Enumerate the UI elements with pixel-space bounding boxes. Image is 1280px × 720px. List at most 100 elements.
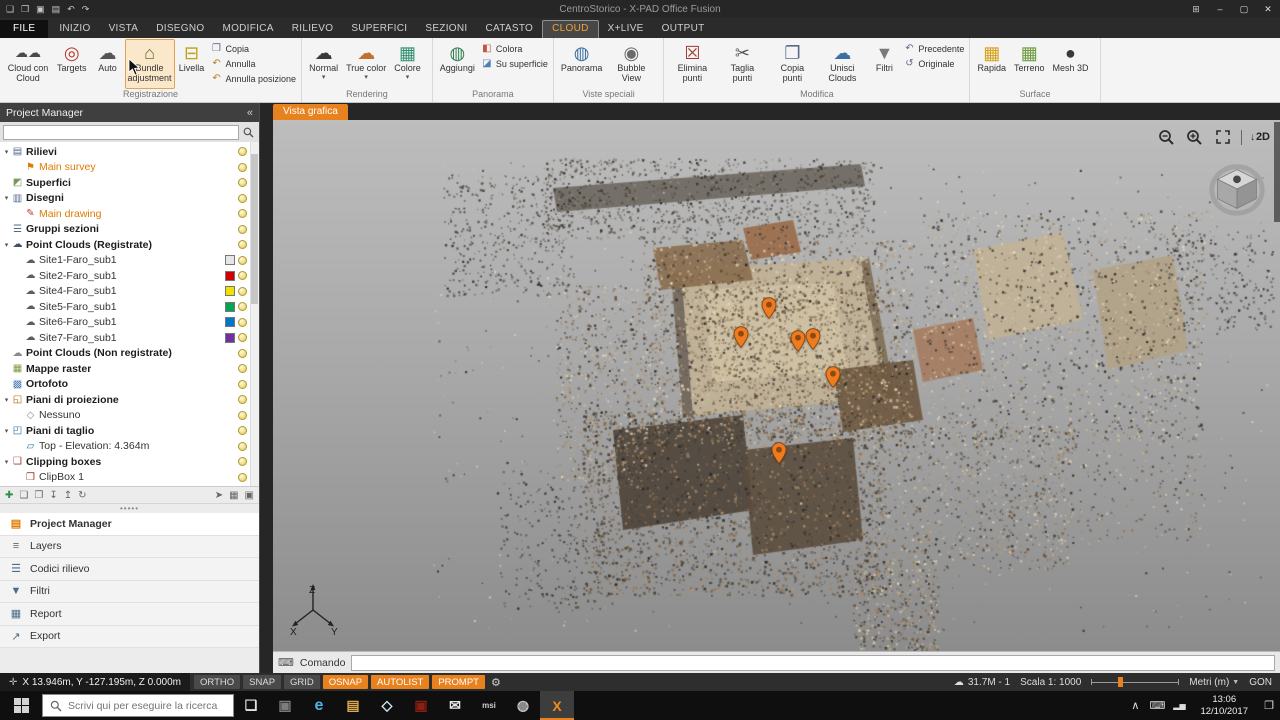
tree-item[interactable]: ▾ ☁ Site6-Faro_sub1 xyxy=(0,315,259,331)
status-toggle[interactable]: GRID xyxy=(284,675,320,689)
ribbon-button[interactable]: ▼ Filtri ▾ xyxy=(867,39,901,89)
visibility-bulb-icon[interactable] xyxy=(238,380,247,389)
tree-item[interactable]: ▾ ▱ Top - Elevation: 4.364m xyxy=(0,439,259,455)
panel-switcher-item[interactable]: ≡ Layers xyxy=(0,536,259,559)
taskbar-app[interactable]: ✉ xyxy=(438,691,472,720)
menu-tab[interactable]: RILIEVO xyxy=(283,20,343,38)
menu-tab[interactable]: MODIFICA xyxy=(213,20,282,38)
taskbar-app[interactable]: msi xyxy=(472,691,506,720)
expander-icon[interactable]: ▾ xyxy=(2,148,11,156)
ribbon-button[interactable]: ◉ Bubble View ▾ xyxy=(606,39,656,89)
status-toggle[interactable]: ORTHO xyxy=(194,675,240,689)
visibility-bulb-icon[interactable] xyxy=(238,333,247,342)
taskbar-app[interactable]: ▤ xyxy=(336,691,370,720)
graphic-view[interactable]: ↓2D Z X Y xyxy=(273,120,1280,651)
ribbon-button[interactable]: ☁ Auto ▾ xyxy=(91,39,125,89)
ribbon-button[interactable]: ◍ Panorama ▾ xyxy=(557,39,607,89)
visibility-bulb-icon[interactable] xyxy=(238,473,247,482)
point-cloud-canvas[interactable] xyxy=(273,120,1280,651)
layout-icon[interactable]: ⊞ xyxy=(1184,0,1208,18)
ribbon-button[interactable]: ☁ Unisci Clouds ▾ xyxy=(817,39,867,89)
tree-item[interactable]: ▾ ⚑ Main survey xyxy=(0,160,259,176)
new-group-icon[interactable]: ❏ xyxy=(19,490,28,501)
visibility-bulb-icon[interactable] xyxy=(238,240,247,249)
collapse-panel-icon[interactable]: « xyxy=(247,107,253,119)
menu-tab[interactable]: SUPERFICI xyxy=(342,20,416,38)
select-tool-icon[interactable]: ➤ xyxy=(215,490,223,501)
visibility-bulb-icon[interactable] xyxy=(238,271,247,280)
slider-handle[interactable] xyxy=(1118,677,1123,687)
tree-item[interactable]: ▾ ☁ Site1-Faro_sub1 xyxy=(0,253,259,269)
visibility-bulb-icon[interactable] xyxy=(238,209,247,218)
undo-qat-icon[interactable]: ↶ xyxy=(67,4,75,15)
panorama-pin[interactable] xyxy=(771,442,787,464)
tray-network-icon[interactable]: ▂▅ xyxy=(1168,691,1190,720)
collapse-all-icon[interactable]: ▣ xyxy=(245,490,254,501)
taskbar-search-input[interactable] xyxy=(68,700,226,712)
menu-tab[interactable]: OUTPUT xyxy=(653,20,714,38)
visibility-bulb-icon[interactable] xyxy=(238,395,247,404)
panel-switcher-item[interactable]: ▼ Filtri xyxy=(0,581,259,604)
close-icon[interactable]: ✕ xyxy=(1256,0,1280,18)
panel-switcher-item[interactable]: ▤ Project Manager xyxy=(0,513,259,536)
taskbar-app[interactable]: ▣ xyxy=(404,691,438,720)
color-swatch[interactable] xyxy=(225,271,235,281)
zoom-extents-icon[interactable] xyxy=(1213,128,1233,146)
taskbar-app[interactable]: ◍ xyxy=(506,691,540,720)
zoom-out-icon[interactable] xyxy=(1157,128,1177,146)
expander-icon[interactable]: ▾ xyxy=(2,241,11,249)
ribbon-button[interactable]: ▦ Colore ▾ xyxy=(390,39,425,89)
add-item-icon[interactable]: ✚ xyxy=(5,490,13,501)
ribbon-small-button[interactable]: ◪ Su superficie xyxy=(481,58,548,69)
expander-icon[interactable]: ▾ xyxy=(2,396,11,404)
tray-keyboard-icon[interactable]: ⌨ xyxy=(1146,691,1168,720)
tree-item[interactable]: ▾ ◰ Piani di taglio xyxy=(0,423,259,439)
visibility-bulb-icon[interactable] xyxy=(238,225,247,234)
panel-switcher-item[interactable]: ↗ Export xyxy=(0,626,259,649)
print-icon[interactable]: ▤ xyxy=(52,4,61,15)
visibility-bulb-icon[interactable] xyxy=(238,442,247,451)
tree-item[interactable]: ▾ ✎ Main drawing xyxy=(0,206,259,222)
panel-splitter-handle[interactable]: ••••• xyxy=(0,504,259,513)
open-icon[interactable]: ❒ xyxy=(21,4,29,15)
visibility-bulb-icon[interactable] xyxy=(238,287,247,296)
menu-tab[interactable]: CLOUD xyxy=(542,20,599,38)
panorama-pin[interactable] xyxy=(825,366,841,388)
import-icon[interactable]: ↧ xyxy=(49,490,57,501)
visibility-bulb-icon[interactable] xyxy=(238,163,247,172)
collapsed-panel-strip[interactable] xyxy=(1274,122,1280,222)
tree-item[interactable]: ▾ ☁ Point Clouds (Registrate) xyxy=(0,237,259,253)
tree-item[interactable]: ▾ ☰ Gruppi sezioni xyxy=(0,222,259,238)
color-swatch[interactable] xyxy=(225,286,235,296)
taskbar-app[interactable]: ❏ xyxy=(234,691,268,720)
ribbon-button[interactable]: ◍ Aggiungi ▾ xyxy=(436,39,479,89)
visibility-bulb-icon[interactable] xyxy=(238,194,247,203)
refresh-icon[interactable]: ↻ xyxy=(78,490,86,501)
tree-item[interactable]: ▾ ▩ Ortofoto xyxy=(0,377,259,393)
command-input[interactable] xyxy=(351,655,1275,671)
color-swatch[interactable] xyxy=(225,302,235,312)
tree-item[interactable]: ▾ ❑ Clipping boxes xyxy=(0,454,259,470)
tree-item[interactable]: ▾ ▤ Rilievi xyxy=(0,144,259,160)
duplicate-icon[interactable]: ❐ xyxy=(34,490,43,501)
menu-tab[interactable]: CATASTO xyxy=(476,20,542,38)
redo-qat-icon[interactable]: ↷ xyxy=(82,4,90,15)
visibility-bulb-icon[interactable] xyxy=(238,147,247,156)
scale-slider[interactable] xyxy=(1091,677,1179,687)
ribbon-button[interactable]: ▦ Terreno ▾ xyxy=(1010,39,1049,89)
menu-tab[interactable]: FILE xyxy=(0,20,48,38)
tree-scrollbar[interactable] xyxy=(250,142,259,486)
ribbon-button[interactable]: ▦ Rapida ▾ xyxy=(973,39,1010,89)
panorama-pin[interactable] xyxy=(733,326,749,348)
navigation-cube[interactable] xyxy=(1206,158,1268,220)
ribbon-small-button[interactable]: ↶ Precedente xyxy=(903,43,964,54)
tree-item[interactable]: ▾ ☁ Site2-Faro_sub1 xyxy=(0,268,259,284)
color-swatch[interactable] xyxy=(225,333,235,343)
menu-tab[interactable]: VISTA xyxy=(100,20,148,38)
tree-item[interactable]: ▾ ❒ ClipBox 1 xyxy=(0,470,259,486)
taskbar-clock[interactable]: 13:06 12/10/2017 xyxy=(1192,694,1256,717)
panorama-pin[interactable] xyxy=(805,328,821,350)
expand-all-icon[interactable]: ▦ xyxy=(229,490,238,501)
taskbar-app[interactable]: e xyxy=(302,691,336,720)
color-swatch[interactable] xyxy=(225,317,235,327)
